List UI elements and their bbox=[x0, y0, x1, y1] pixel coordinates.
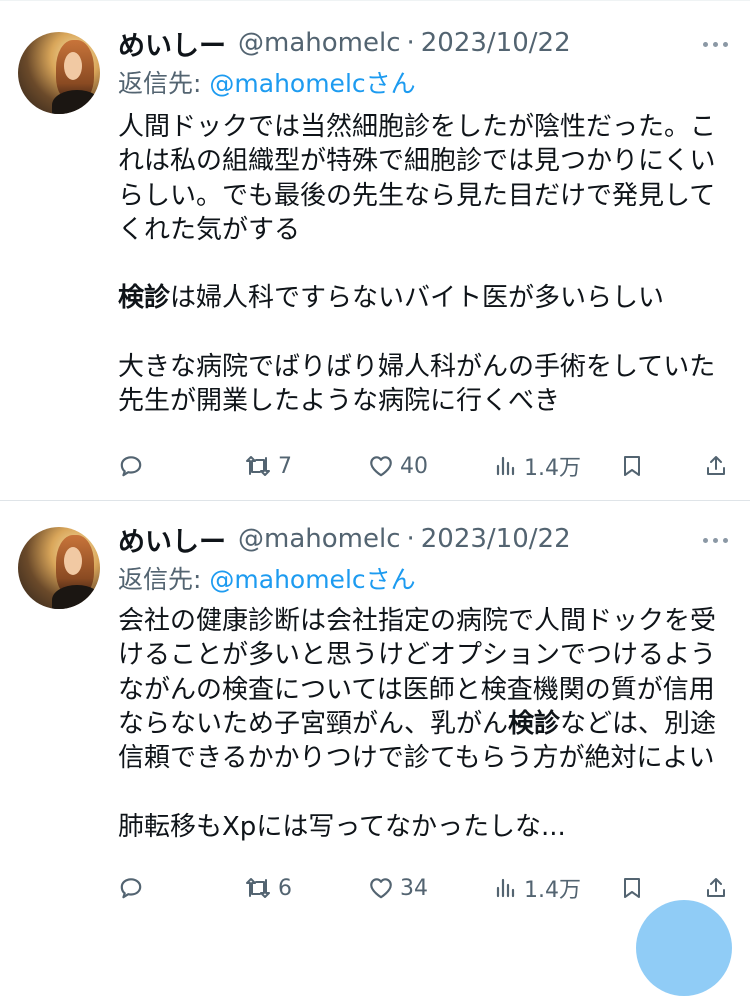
bold-keyword: 検診 bbox=[118, 283, 171, 314]
reply-button[interactable] bbox=[118, 448, 150, 484]
tweet-header: めいしー @mahomelc · 2023/10/22 bbox=[118, 520, 571, 559]
display-name[interactable]: めいしー bbox=[118, 520, 226, 559]
avatar-shoulder bbox=[52, 90, 100, 114]
bookmark-icon bbox=[624, 878, 640, 898]
reply-icon bbox=[120, 456, 142, 477]
retweet-icon bbox=[246, 878, 270, 898]
text-line: けることが多いと思うけどオプションでつけるよう bbox=[118, 640, 717, 671]
avatar-face bbox=[64, 52, 82, 80]
like-icon bbox=[370, 878, 392, 899]
text-line: 先生が開業したような病院に行くべき bbox=[118, 386, 561, 417]
bookmark-icon bbox=[624, 456, 640, 476]
views-button[interactable]: 1.4万 bbox=[494, 448, 581, 484]
like-icon bbox=[370, 456, 392, 477]
text-blank-line bbox=[118, 247, 728, 281]
avatar-face bbox=[64, 547, 82, 575]
text-line: 信頼できるかかりつけで診てもらう方が絶対によい bbox=[118, 743, 715, 774]
avatar[interactable] bbox=[18, 527, 100, 609]
bookmark-button[interactable] bbox=[620, 870, 644, 906]
text-line: 肺転移もXpには写ってなかったしな... bbox=[118, 811, 566, 842]
tweet-header: めいしー @mahomelc · 2023/10/22 bbox=[118, 24, 571, 63]
reply-mention-link[interactable]: @mahomelcさん bbox=[209, 69, 415, 98]
reply-prefix: 返信先: bbox=[118, 69, 202, 98]
action-bar: 6 34 1.4万 bbox=[0, 870, 750, 906]
retweet-count: 7 bbox=[278, 453, 292, 479]
reply-to-line: 返信先: @mahomelcさん bbox=[118, 64, 416, 100]
avatar[interactable] bbox=[18, 32, 100, 114]
text-line: れは私の組織型が特殊で細胞診では見つかりにくい bbox=[118, 146, 716, 177]
text-segment: は婦人科ですらないバイト医が多いらしい bbox=[170, 283, 665, 314]
retweet-count: 6 bbox=[278, 875, 292, 901]
like-count: 40 bbox=[400, 453, 428, 479]
reply-prefix: 返信先: bbox=[118, 565, 202, 594]
more-icon[interactable] bbox=[703, 525, 728, 555]
reply-icon bbox=[120, 878, 142, 899]
views-icon bbox=[496, 878, 515, 898]
text-segment: などは、別途 bbox=[560, 708, 717, 739]
more-icon[interactable] bbox=[703, 29, 728, 59]
text-line: らしい。でも最後の先生なら見た目だけで発見して bbox=[118, 180, 716, 211]
tweet-text: 会社の健康診断は会社指定の病院で人間ドックを受 けることが多いと思うけどオプショ… bbox=[118, 604, 728, 844]
display-name[interactable]: めいしー bbox=[118, 24, 226, 63]
separator-dot: · bbox=[406, 28, 415, 58]
text-line: 人間ドックでは当然細胞診をしたが陰性だった。こ bbox=[118, 112, 717, 142]
tweet-text: 人間ドックでは当然細胞診をしたが陰性だった。こ れは私の組織型が特殊で細胞診では… bbox=[118, 110, 728, 419]
reply-mention-link[interactable]: @mahomelcさん bbox=[209, 565, 415, 594]
views-count: 1.4万 bbox=[524, 878, 581, 903]
text-line: くれた気がする bbox=[118, 214, 301, 245]
text-segment: ならないため子宮頸がん、乳がん bbox=[118, 708, 509, 739]
like-count: 34 bbox=[400, 875, 428, 901]
compose-fab-button[interactable] bbox=[636, 900, 732, 996]
text-line: ならないため子宮頸がん、乳がん検診などは、別途 bbox=[118, 707, 728, 741]
user-handle[interactable]: @mahomelc bbox=[238, 28, 401, 58]
timestamp[interactable]: 2023/10/22 bbox=[421, 28, 571, 58]
share-button[interactable] bbox=[704, 448, 728, 484]
share-icon bbox=[707, 878, 725, 897]
reply-to-line: 返信先: @mahomelcさん bbox=[118, 560, 416, 596]
retweet-button[interactable]: 7 bbox=[244, 448, 292, 484]
tweet[interactable]: めいしー @mahomelc · 2023/10/22 返信先: @mahome… bbox=[0, 0, 750, 500]
views-icon bbox=[496, 456, 515, 476]
share-button[interactable] bbox=[704, 870, 728, 906]
text-line: 大きな病院でばりばり婦人科がんの手術をしていた bbox=[118, 352, 716, 383]
text-blank-line bbox=[118, 775, 728, 809]
bookmark-button[interactable] bbox=[620, 448, 644, 484]
text-line: 会社の健康診断は会社指定の病院で人間ドックを受 bbox=[118, 606, 717, 636]
timestamp[interactable]: 2023/10/22 bbox=[421, 524, 571, 554]
bold-keyword: 検診 bbox=[508, 708, 561, 739]
retweet-button[interactable]: 6 bbox=[244, 870, 292, 906]
action-bar: 7 40 1.4万 bbox=[0, 448, 750, 484]
reply-button[interactable] bbox=[118, 870, 150, 906]
text-blank-line bbox=[118, 316, 728, 350]
retweet-icon bbox=[246, 456, 270, 476]
views-button[interactable]: 1.4万 bbox=[494, 870, 581, 906]
like-button[interactable]: 40 bbox=[368, 448, 428, 484]
share-icon bbox=[707, 456, 725, 475]
like-button[interactable]: 34 bbox=[368, 870, 428, 906]
views-count: 1.4万 bbox=[524, 456, 581, 481]
separator-dot: · bbox=[406, 524, 415, 554]
user-handle[interactable]: @mahomelc bbox=[238, 524, 401, 554]
text-line: 検診は婦人科ですらないバイト医が多いらしい bbox=[118, 281, 728, 315]
avatar-shoulder bbox=[52, 585, 100, 609]
text-line: ながんの検査については医師と検査機関の質が信用 bbox=[118, 674, 715, 705]
